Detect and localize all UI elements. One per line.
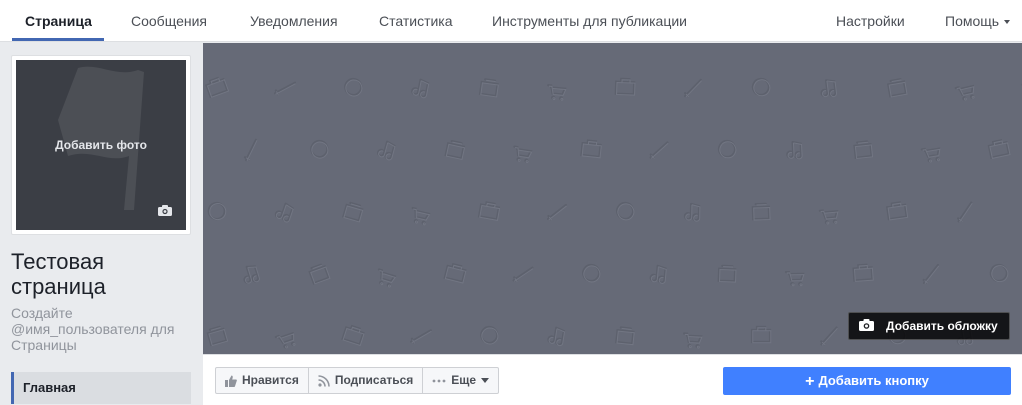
- tab-messages[interactable]: Сообщения: [131, 0, 207, 42]
- help-menu[interactable]: Помощь: [945, 0, 1011, 42]
- action-button-group: Нравится Подписаться Еще: [215, 367, 500, 394]
- add-button-cta[interactable]: + Добавить кнопку: [723, 367, 1011, 395]
- camera-icon: [859, 319, 874, 331]
- more-dots-icon: [432, 379, 446, 382]
- tab-publishing-tools[interactable]: Инструменты для публикации: [492, 0, 687, 42]
- settings-link[interactable]: Настройки: [836, 0, 905, 42]
- follow-button[interactable]: Подписаться: [308, 367, 424, 394]
- profile-picture[interactable]: Добавить фото: [16, 60, 186, 230]
- cover-photo[interactable]: Добавить обложку: [203, 43, 1022, 354]
- more-label: Еще: [451, 373, 477, 387]
- chevron-down-icon: [481, 378, 490, 383]
- follow-label: Подписаться: [334, 373, 414, 387]
- rss-icon: [318, 374, 330, 387]
- tab-page[interactable]: Страница: [25, 0, 92, 42]
- sidebar-item-home[interactable]: Главная: [11, 372, 191, 404]
- camera-icon[interactable]: [158, 205, 172, 216]
- add-photo-label: Добавить фото: [55, 138, 147, 152]
- add-cover-label: Добавить обложку: [886, 319, 998, 333]
- like-button[interactable]: Нравится: [215, 367, 309, 394]
- help-label: Помощь: [945, 13, 1000, 29]
- active-tab-indicator: [12, 38, 104, 41]
- like-label: Нравится: [242, 373, 299, 387]
- tab-statistics[interactable]: Статистика: [379, 0, 453, 42]
- page-title[interactable]: Тестовая страница: [11, 249, 196, 299]
- left-column: Добавить фото Тестовая страница Создайте…: [0, 43, 202, 405]
- cover-pattern: [205, 76, 1022, 349]
- top-navigation: Страница Сообщения Уведомления Статистик…: [0, 0, 1022, 42]
- page-action-bar: Нравится Подписаться Еще + Добавить кнопк…: [203, 354, 1022, 405]
- create-username-link[interactable]: Создайте @имя_пользователя для Страницы: [11, 305, 196, 353]
- chevron-down-icon: [1004, 20, 1011, 25]
- like-icon: [225, 375, 237, 387]
- tab-notifications[interactable]: Уведомления: [250, 0, 338, 42]
- add-button-label: Добавить кнопку: [818, 373, 929, 388]
- add-cover-button[interactable]: Добавить обложку: [848, 312, 1010, 340]
- profile-picture-frame[interactable]: Добавить фото: [11, 55, 191, 235]
- plus-icon: +: [805, 373, 815, 390]
- more-button[interactable]: Еще: [423, 367, 500, 394]
